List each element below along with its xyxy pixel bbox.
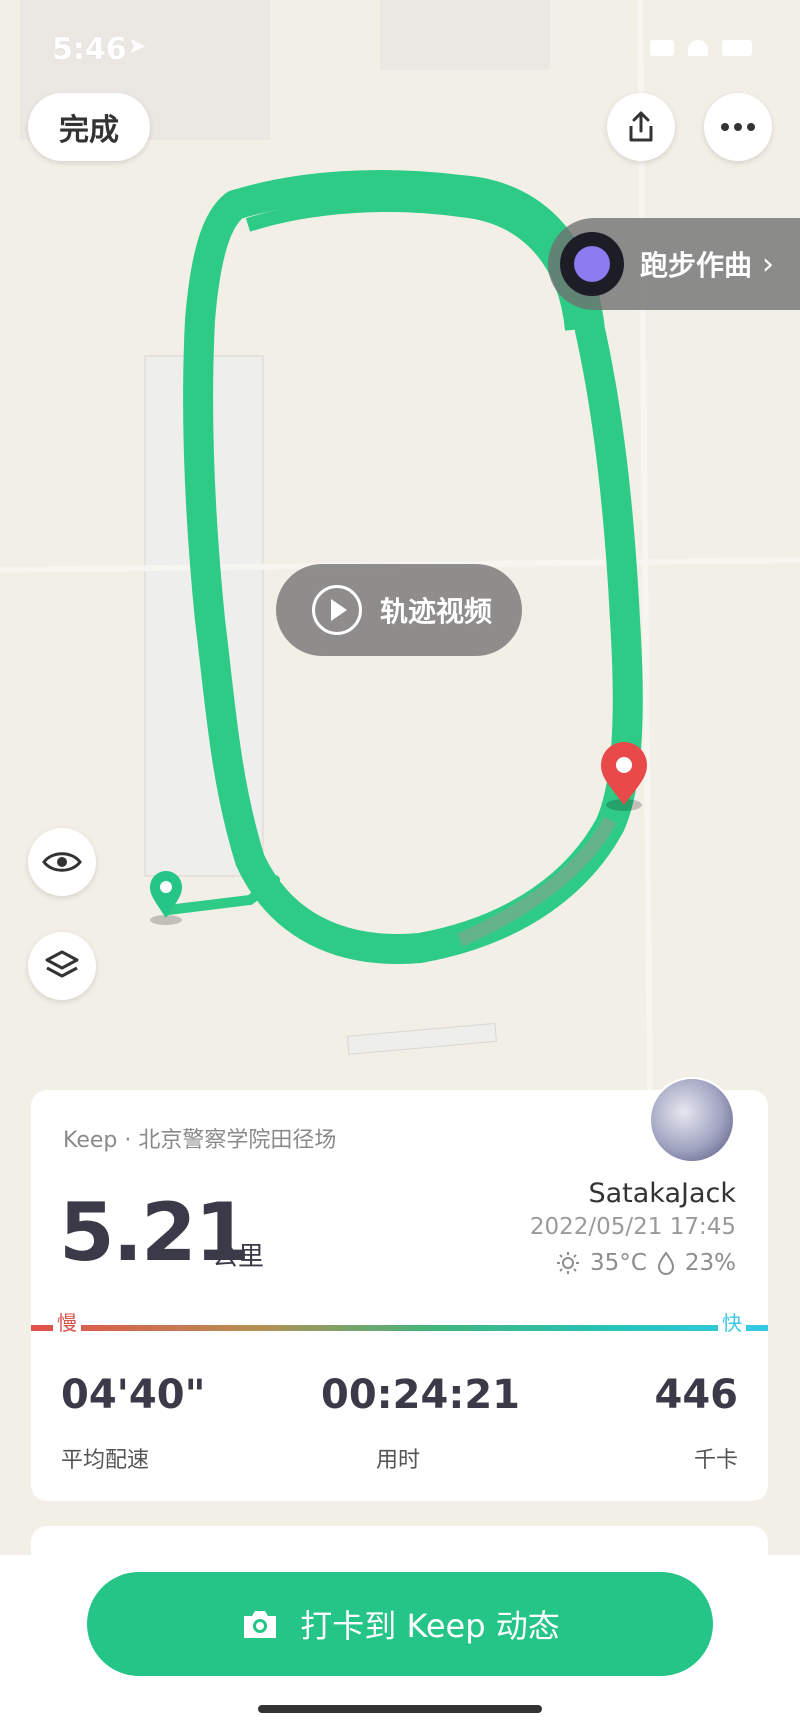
music-compose-label: 跑步作曲 [640,249,753,282]
music-compose-button[interactable]: 跑步作曲 › [548,218,800,310]
avg-pace-value: 04'40" [61,1372,206,1418]
wifi-icon [688,40,708,56]
avg-pace-label: 平均配速 [61,1448,150,1473]
eye-icon [42,852,82,872]
weather-info: 35°C 23% [556,1250,736,1276]
humidity-icon [657,1251,674,1275]
duration-label: 用时 [376,1448,421,1473]
humidity: 23% [684,1250,736,1276]
signal-icon [650,40,674,56]
checkin-button[interactable]: 打卡到 Keep 动态 [87,1572,713,1676]
temperature: 35°C [590,1250,647,1276]
distance-unit: 公里 [212,1242,265,1272]
calories-value: 446 [654,1372,739,1418]
fast-label: 快 [718,1307,746,1336]
avatar[interactable] [649,1077,735,1163]
status-bar: 5:46 ➤ [0,28,800,68]
status-time: 5:46 [52,32,127,67]
sun-icon [557,1252,580,1274]
pace-gradient-bar [31,1325,768,1331]
music-disc-icon [560,232,624,296]
home-indicator[interactable] [258,1705,542,1713]
share-icon [629,111,653,142]
run-summary-card: Keep · 北京警察学院田径场 5.21 公里 SatakaJack 2022… [31,1077,768,1501]
username: SatakaJack [588,1178,736,1209]
map-building [346,1022,497,1055]
layers-icon [45,950,79,978]
track-video-label: 轨迹视频 [380,595,493,628]
track-video-button[interactable]: 轨迹视频 [276,564,522,656]
start-marker [150,871,182,925]
map-layers-button[interactable] [28,932,96,1000]
slow-label: 慢 [53,1307,81,1336]
map-road [637,0,653,1101]
run-datetime: 2022/05/21 17:45 [529,1214,736,1240]
duration-value: 00:24:21 [321,1372,520,1418]
visibility-button[interactable] [28,828,96,896]
more-button[interactable] [704,93,772,161]
done-button[interactable]: 完成 [28,93,150,161]
more-icon [721,123,755,131]
calories-label: 千卡 [693,1448,738,1473]
location-arrow-icon: ➤ [128,34,147,59]
status-icons [650,40,752,56]
chevron-right-icon: › [762,246,775,282]
camera-icon [244,1611,277,1638]
run-location: Keep · 北京警察学院田径场 [63,1128,337,1153]
battery-icon [722,40,752,56]
checkin-label: 打卡到 Keep 动态 [300,1607,560,1645]
share-button[interactable] [607,93,675,161]
play-icon [312,585,362,635]
